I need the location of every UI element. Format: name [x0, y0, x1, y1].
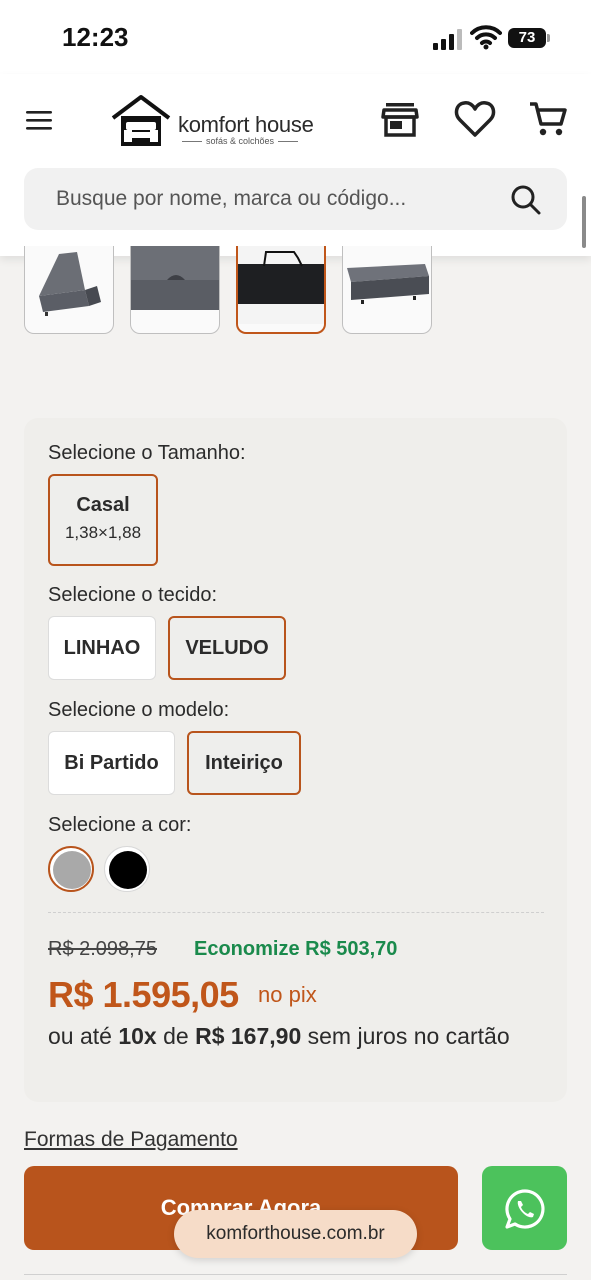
- size-option-dims: 1,38×1,88: [64, 523, 142, 542]
- search-icon[interactable]: [510, 184, 542, 216]
- model-option-bi-partido[interactable]: Bi Partido: [48, 731, 175, 795]
- whatsapp-icon: [505, 1189, 545, 1229]
- model-label: Selecione o modelo:: [48, 699, 230, 721]
- whatsapp-button[interactable]: [482, 1166, 567, 1250]
- product-thumbnail-selected[interactable]: [236, 246, 326, 334]
- size-label: Selecione o Tamanho:: [48, 442, 246, 464]
- divider: [24, 1274, 567, 1275]
- color-label: Selecione a cor:: [48, 814, 192, 836]
- product-thumbnail[interactable]: [24, 246, 114, 334]
- bed-detail-image: [131, 246, 219, 310]
- battery-icon: 73: [508, 26, 552, 50]
- search-input[interactable]: [24, 168, 504, 230]
- site-header: komfort house sofás & colchões: [0, 74, 591, 256]
- heart-icon[interactable]: [454, 100, 496, 138]
- color-swatch-black[interactable]: [104, 846, 150, 892]
- wifi-icon: [470, 25, 502, 50]
- bed-open-image: [39, 252, 101, 316]
- house-logo-icon: [111, 95, 171, 146]
- fabric-option-linhao[interactable]: LINHAO: [48, 616, 156, 680]
- size-option-name: Casal: [76, 494, 130, 516]
- model-option-inteirico[interactable]: Inteiriço: [187, 731, 301, 795]
- pix-label: no pix: [258, 982, 317, 1007]
- fabric-label: Selecione o tecido:: [48, 584, 218, 606]
- payment-methods-link[interactable]: Formas de Pagamento: [24, 1128, 238, 1152]
- color-swatch-gray[interactable]: [48, 846, 94, 892]
- old-price: R$ 2.098,75: [48, 938, 157, 960]
- brand-logo[interactable]: komfort house sofás & colchões: [110, 94, 314, 150]
- menu-icon[interactable]: [24, 108, 56, 134]
- product-options-card: Selecione o Tamanho: Casal 1,38×1,88 Sel…: [24, 418, 567, 1102]
- size-option-casal[interactable]: Casal 1,38×1,88: [48, 474, 158, 566]
- savings-text: Economize R$ 503,70: [194, 938, 398, 960]
- status-time: 12:23: [62, 22, 129, 52]
- cart-icon[interactable]: [528, 100, 568, 138]
- search-bar: [24, 168, 567, 230]
- battery-level: 73: [508, 28, 546, 48]
- status-bar: 12:23 73: [0, 0, 591, 74]
- store-icon[interactable]: [380, 100, 420, 138]
- scrollbar[interactable]: [582, 196, 586, 248]
- brand-name: komfort house: [178, 112, 314, 137]
- bed-frame-image: [238, 246, 324, 324]
- divider: [48, 912, 544, 913]
- fabric-option-veludo[interactable]: VELUDO: [168, 616, 286, 680]
- bed-closed-image: [347, 264, 429, 304]
- brand-tagline: sofás & colchões: [178, 136, 302, 146]
- signal-icon: [433, 29, 462, 50]
- product-thumbnail[interactable]: [342, 246, 432, 334]
- product-thumbnail[interactable]: [130, 246, 220, 334]
- product-thumbnails: [24, 246, 444, 336]
- installments-text: ou até 10x de R$ 167,90 sem juros no car…: [48, 1023, 510, 1049]
- current-price: R$ 1.595,05: [48, 974, 239, 1015]
- browser-url-pill[interactable]: komforthouse.com.br: [174, 1210, 417, 1258]
